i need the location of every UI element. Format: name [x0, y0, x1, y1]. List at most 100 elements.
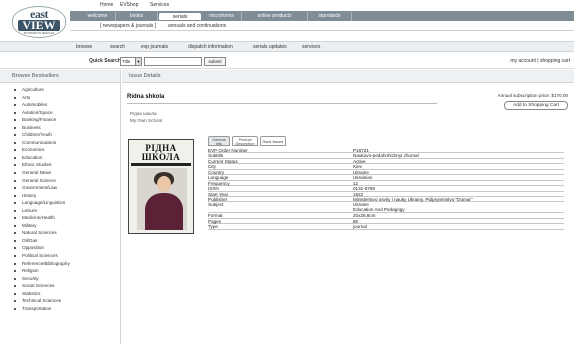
tab-serials[interactable]: serials [158, 12, 202, 21]
category-link[interactable]: Arts [14, 94, 120, 102]
category-link[interactable]: Opposition [14, 244, 120, 252]
bestsellers-sidebar: Browse Bestsellers Agriculture Arts Automo… [0, 70, 121, 344]
detail-key: Subtitle [208, 153, 224, 159]
category-link[interactable]: Oil/Gas [14, 237, 120, 245]
top-link-services[interactable]: Services [150, 2, 169, 8]
tab-microforms[interactable]: microforms [202, 12, 242, 21]
detail-key: EVP Order Number [208, 148, 248, 153]
category-link[interactable]: Agriculture [14, 86, 120, 94]
category-link[interactable]: General Science [14, 177, 120, 185]
category-link[interactable]: Aviation/Space [14, 109, 120, 117]
header: east VIEW INFORMATION SERVICES Home EVSh… [0, 0, 574, 44]
nav-services[interactable]: services [302, 44, 320, 50]
category-link[interactable]: Government/Law [14, 184, 120, 192]
alternate-titles: Рідна школа My Own School [130, 111, 162, 124]
tab-books[interactable]: books [116, 12, 158, 21]
tab-welcome[interactable]: welcome [80, 12, 116, 21]
category-link[interactable]: Leisure [14, 207, 120, 215]
add-to-cart-button[interactable]: Add to Shopping Cart [504, 101, 568, 110]
quick-search-bar: Quick Search Title ▼ submit my account |… [0, 55, 574, 69]
logo-tagline: INFORMATION SERVICES [23, 32, 55, 35]
detail-key: Publisher [208, 196, 228, 202]
main-nav: welcome books serials microforms online … [70, 11, 574, 21]
chevron-down-icon: ▼ [135, 58, 141, 65]
alt-title-english: My Own School [130, 117, 163, 123]
subnav-newspapers-journals[interactable]: [ newspapers & journals ] [100, 23, 156, 29]
search-field-value: Title [122, 59, 131, 64]
nav-dispatch-information[interactable]: dispatch information [188, 44, 233, 50]
category-link[interactable]: Security [14, 275, 120, 283]
detail-key: Type [208, 224, 218, 230]
detail-row: Type journal [208, 224, 564, 230]
tab-rank-issues[interactable]: Rank Issues [260, 136, 286, 146]
detail-key: Current Status [208, 158, 238, 164]
category-link[interactable]: History [14, 192, 120, 200]
category-link[interactable]: Automobiles [14, 101, 120, 109]
search-field-select[interactable]: Title ▼ [120, 57, 142, 66]
category-link[interactable]: Military [14, 222, 120, 230]
search-input[interactable] [144, 57, 202, 66]
cover-photo [137, 168, 187, 230]
detail-value: journal [353, 224, 367, 230]
details-table: EVP Order Number P16721 Subtitle Naukovo-pe… [208, 148, 564, 230]
category-link[interactable]: Children/Youth [14, 131, 120, 139]
category-link[interactable]: Political Sciences [14, 252, 120, 260]
detail-value: Active [353, 158, 366, 164]
detail-key: ISSN [208, 186, 219, 192]
east-view-logo[interactable]: east VIEW INFORMATION SERVICES [12, 6, 66, 38]
detail-key: Language [208, 175, 229, 181]
nav-serials-updates[interactable]: serials updates [253, 44, 287, 50]
category-link[interactable]: Language/Linguistics [14, 199, 120, 207]
top-link-home[interactable]: Home [100, 2, 113, 8]
subscription-price: Annual subscription price: $170.00 [497, 93, 568, 98]
category-link[interactable]: Medicine/Health [14, 214, 120, 222]
tab-online-products[interactable]: online products [242, 12, 308, 21]
category-link[interactable]: Transportation [14, 305, 120, 313]
category-link[interactable]: Economics [14, 146, 120, 154]
tab-product-description[interactable]: Product Description [232, 136, 258, 146]
detail-value: 1922 [353, 191, 364, 197]
nav-evp-journals[interactable]: evp journals [141, 44, 168, 50]
category-link[interactable]: Technical Sciences [14, 297, 120, 305]
serials-subnav: [ newspapers & journals ] annuals and co… [70, 21, 574, 31]
cover-image: РІДНА ШКОЛА [128, 139, 194, 234]
category-link[interactable]: Business [14, 124, 120, 132]
category-link[interactable]: Communications [14, 139, 120, 147]
category-link[interactable]: Statistics [14, 290, 120, 298]
tab-standards[interactable]: standards [308, 12, 352, 21]
detail-value: Naukovo-pedahohichnyi zhurnal [353, 153, 419, 159]
category-link[interactable]: Ethnic Studies [14, 161, 120, 169]
top-link-evshop[interactable]: EVShop [120, 2, 138, 8]
top-links-bar: Home EVShop Services [70, 0, 574, 10]
detail-key: Pages [208, 218, 222, 224]
detail-key: Country [208, 169, 225, 175]
account-links[interactable]: my account | shopping cart [510, 58, 570, 64]
category-link[interactable]: Banking/Finance [14, 116, 120, 124]
nav-browse[interactable]: browse [76, 44, 92, 50]
detail-key: Subject [208, 202, 224, 208]
tab-general-info[interactable]: General Info [208, 136, 230, 146]
bestsellers-header: Browse Bestsellers [0, 70, 120, 83]
detail-key: Format [208, 213, 223, 219]
subnav-annuals-continuations[interactable]: annuals and continuations [168, 23, 226, 29]
logo-text-view: VIEW [18, 19, 60, 31]
search-submit-button[interactable]: submit [204, 57, 226, 66]
detail-value: Ministerstvo osvity i nauky Ukrainy. Pid… [353, 196, 473, 202]
issue-details-header: Issue Details [122, 70, 574, 83]
detail-value: Kiev [353, 164, 362, 170]
category-link[interactable]: Natural Sciences [14, 229, 120, 237]
cover-band [131, 163, 191, 166]
cover-title: РІДНА ШКОЛА [141, 143, 181, 162]
category-link[interactable]: Reference/Bibliography [14, 260, 120, 268]
category-link[interactable]: General News [14, 169, 120, 177]
category-link[interactable]: Education [14, 154, 120, 162]
issue-details-panel: Issue Details Ridna shkola Annual subscr… [122, 70, 574, 344]
quick-search-label: Quick Search [89, 58, 121, 64]
detail-row: Subject Ukraine Education And Pedagogy [208, 202, 564, 214]
publication-title: Ridna shkola [127, 94, 165, 100]
category-link[interactable]: Social Sciences [14, 282, 120, 290]
detail-key: Frequency [208, 180, 230, 186]
nav-search[interactable]: search [110, 44, 125, 50]
category-link[interactable]: Religion [14, 267, 120, 275]
secondary-nav: browse search evp journals dispatch info… [0, 41, 574, 52]
